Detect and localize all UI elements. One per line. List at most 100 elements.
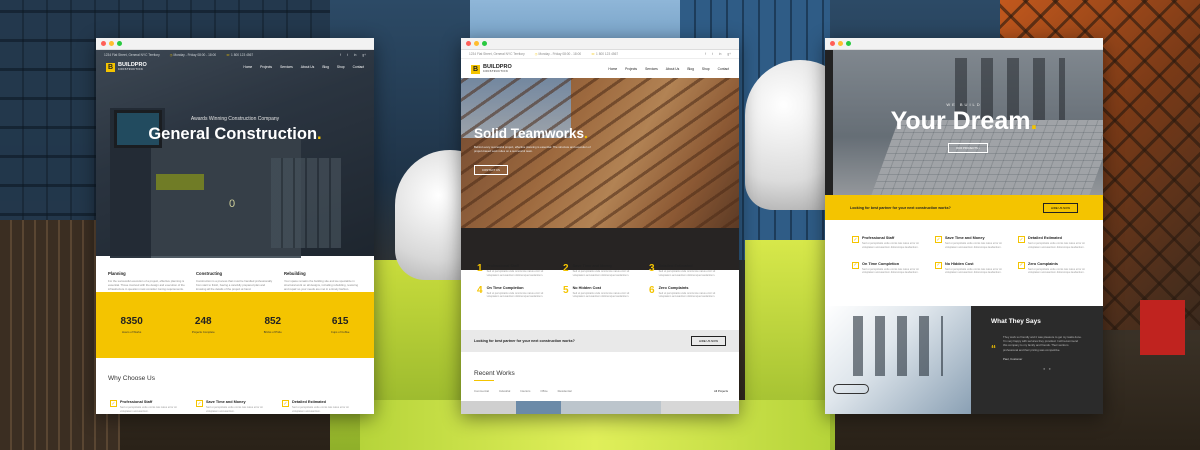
stat-item: 248 Projects Complete [192,316,215,334]
stat-item: 8350 Hours of Works [121,316,143,334]
feature-title: Detailed Estimated [1028,236,1062,240]
our-projects-button[interactable]: OUR PROJECTS › [948,143,988,153]
filter-residential[interactable]: Residential [558,389,572,393]
hero-text: Behind every successful project, effecti… [474,145,591,154]
nav-item-contact[interactable]: Contact [353,65,364,69]
feature-text: Sed ut perspiciatis unde omnis iste natu… [945,242,1002,249]
nav-item-contact[interactable]: Contact [718,67,729,71]
nav-item-home[interactable]: Home [608,67,617,71]
feature-title: Professional Staff [120,400,153,404]
feature-title: On Time Completion [862,261,900,266]
feature-text: Sed ut perspiciatis unde omnis iste natu… [1028,242,1085,249]
google-plus-icon[interactable]: g+ [362,53,366,57]
nav-item-blog[interactable]: Blog [322,65,329,69]
hours-text: ◷ Monday - Friday 08:00 - 18:00 [535,52,581,56]
hero-kicker: Awards Winning Construction Company [190,116,280,122]
maximize-window-icon[interactable] [846,41,851,46]
feature-item: ✓ Detailed Estimated Sed ut perspiciatis u… [1018,236,1092,250]
minimize-window-icon[interactable] [838,41,843,46]
carousel-dots[interactable]: ● ● [1043,366,1083,371]
stat-label: Cups of Coffee [330,330,350,334]
nav-item-shop[interactable]: Shop [702,67,710,71]
feature-text: Sed ut perspiciatis unde omnis iste natu… [862,242,919,249]
close-window-icon[interactable] [830,41,835,46]
feature-item: ✓ Detailed Estimated Sed ut perspiciatis u… [282,400,356,414]
glasses [833,384,869,394]
hero-section [96,50,374,258]
nav-item-blog[interactable]: Blog [687,67,694,71]
facebook-icon[interactable]: f [340,53,341,57]
feature-item: ✓ Save Time and Money Sed ut perspiciatis … [935,236,1009,250]
phone-text: ☏ 1 800 123 4567 [591,52,618,56]
feature-text: Sed ut perspiciatis unde omnis iste natu… [572,291,630,299]
stat-value: 852 [264,316,282,327]
contact-us-button[interactable]: CONTACT US [474,165,508,175]
maximize-window-icon[interactable] [117,41,122,46]
engineers-silhouettes [853,316,943,376]
numbered-feature: 2 Save Time and Money Sed ut perspiciatis … [563,264,649,278]
office-photo [825,306,971,414]
feature-title: Save Time and Money [206,400,246,404]
feature-number: 2 [563,263,569,274]
google-plus-icon[interactable]: g+ [727,52,731,56]
feature-item: ✓ Save Time and Money Sed ut perspiciatis … [196,400,270,414]
filter-office[interactable]: Office [540,389,547,393]
checkmark-icon: ✓ [1018,261,1025,269]
nav-item-about[interactable]: About Us [301,65,315,69]
filter-interiors[interactable]: Interiors [520,389,530,393]
feature-title: Detailed Estimated [292,400,326,404]
linkedin-icon[interactable]: in [719,52,721,56]
nav-menu: Home Projects Services About Us Blog Sho… [608,67,729,71]
filter-industrial[interactable]: Industrial [499,389,510,393]
stat-value: 248 [194,316,212,327]
minimize-window-icon[interactable] [109,41,114,46]
facebook-icon[interactable]: f [705,52,706,56]
hero-title-text: Solid Teamworks [474,126,585,141]
service-title: Planning [108,271,126,276]
site-logo[interactable]: B BUILDPRO CONSTRUCTION [471,64,512,74]
portfolio-thumbnails[interactable] [461,401,739,414]
stat-value: 8350 [120,316,143,327]
feature-text: Sed ut perspiciatis unde omnis iste natu… [1028,267,1085,275]
checkmark-icon: ✓ [935,261,942,269]
nav-item-services[interactable]: Services [645,67,658,71]
feature-title: Save Time and Money [945,236,985,240]
all-projects-link[interactable]: All Projects [714,389,728,393]
title-dot: . [584,126,588,141]
hire-us-button[interactable]: HIRE US NOW [1043,202,1078,213]
features-row: ✓ Professional Staff Sed ut perspiciatis u… [110,400,356,414]
nav-item-services[interactable]: Services [280,65,293,69]
feature-item: ✓ No Hidden Cost Sed ut perspiciatis unde … [935,261,1009,276]
testimonial-title: What They Says [991,318,1041,325]
feature-number: 3 [649,263,655,274]
linkedin-icon[interactable]: in [354,53,356,57]
address-text: 1234 Flat Street, General NYC Territory [104,52,160,57]
nav-item-shop[interactable]: Shop [337,65,345,69]
service-title: Rebuilding [284,271,306,276]
nav-item-projects[interactable]: Projects [625,67,637,71]
stat-item: 615 Cups of Coffee [331,316,350,334]
filter-commercial[interactable]: Commercial [474,389,489,393]
nav-item-home[interactable]: Home [243,65,252,69]
close-window-icon[interactable] [101,41,106,46]
main-nav: B BUILDPRO CONSTRUCTION Home Projects Ser… [96,58,374,76]
numbered-feature: 1 Professional Staff Sed ut perspiciatis u… [477,264,563,278]
hire-us-button[interactable]: HIRE US NOW [691,336,726,346]
feature-title: Zero Complaints [1028,261,1058,266]
twitter-icon[interactable]: t [712,52,713,56]
hours-value: Monday - Friday 08:00 - 18:00 [173,52,217,57]
close-window-icon[interactable] [466,41,471,46]
maximize-window-icon[interactable] [482,41,487,46]
quote-icon: “ [991,344,996,355]
site-logo[interactable]: B BUILDPRO CONSTRUCTION [106,62,147,72]
title-underline [474,380,494,381]
feature-text: Sed ut perspiciatis unde omnis iste natu… [486,291,544,299]
logo-text: BUILDPRO CONSTRUCTION [118,62,147,71]
hire-us-text: Looking for best partner for your next c… [474,339,575,343]
checkmark-icon: ✓ [110,400,117,407]
feature-item: ✓ On Time Completion Sed ut perspiciatis u… [852,261,926,276]
minimize-window-icon[interactable] [474,41,479,46]
nav-item-projects[interactable]: Projects [260,65,272,69]
nav-item-about[interactable]: About Us [666,67,680,71]
twitter-icon[interactable]: t [347,53,348,57]
